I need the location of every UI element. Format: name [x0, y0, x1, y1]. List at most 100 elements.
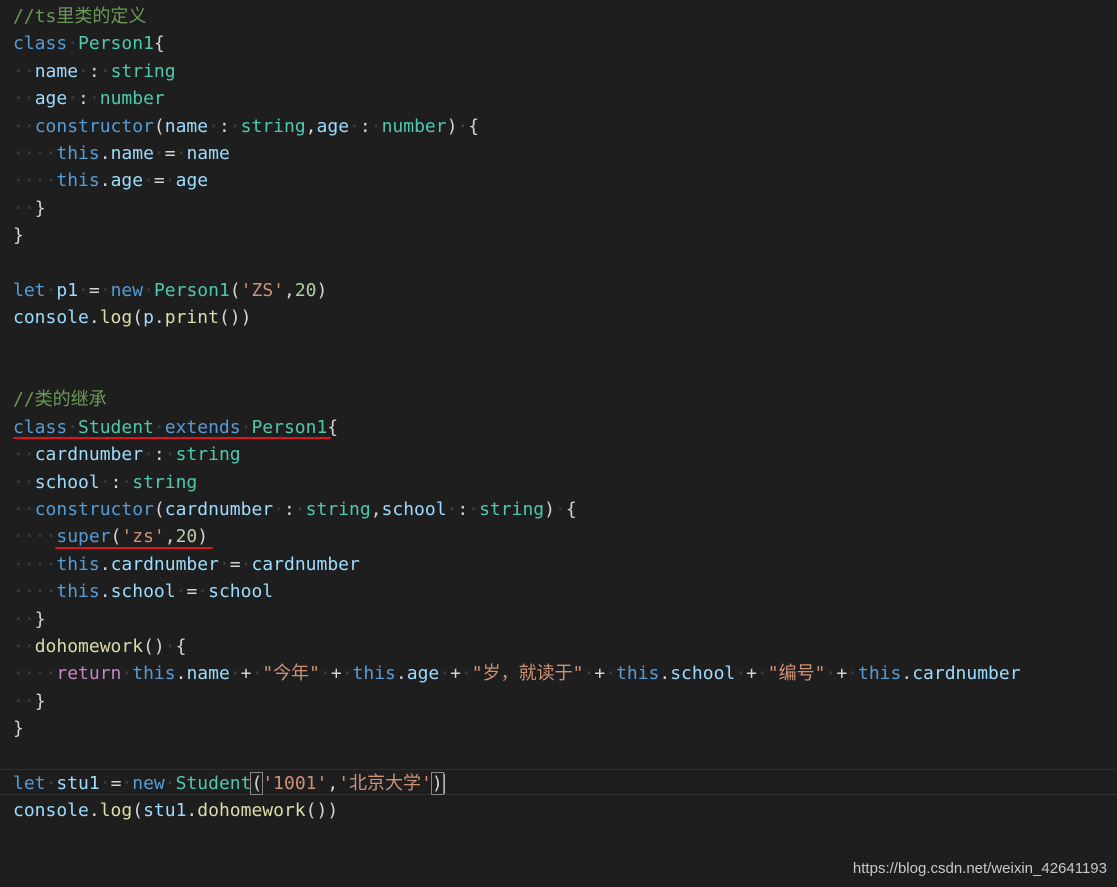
code-token: : [359, 115, 371, 137]
whitespace-marker: ·· [13, 608, 35, 630]
code-token: '1001' [262, 772, 328, 794]
code-token: Student [175, 772, 252, 794]
whitespace-marker: · [605, 663, 617, 685]
whitespace-marker: · [251, 663, 263, 685]
whitespace-marker: · [143, 170, 154, 192]
whitespace-marker: · [218, 553, 230, 575]
code-line[interactable]: ​ [13, 743, 1021, 770]
code-token: this [616, 663, 660, 685]
code-token: string [305, 499, 371, 521]
code-token: super [56, 526, 111, 548]
code-token: ) [544, 499, 555, 521]
whitespace-marker: · [439, 663, 451, 685]
code-token: cardnumber [34, 444, 144, 466]
code-line[interactable]: console.log(stu1.dohomework()) [13, 797, 1021, 824]
code-token: = [229, 553, 241, 575]
code-editor[interactable]: //ts里类的定义 class·Person1{··name·:·string ··… [0, 0, 1117, 887]
code-token: new [132, 772, 165, 794]
code-token: } [13, 718, 24, 740]
whitespace-marker: · [240, 416, 252, 438]
code-line[interactable]: ​ [13, 332, 1021, 359]
whitespace-marker: ·· [13, 635, 35, 657]
code-token: p1 [56, 279, 79, 301]
code-token: = [88, 279, 100, 301]
code-line[interactable]: ··constructor(cardnumber·:·string,school… [13, 496, 1021, 523]
code-token: //类的继承 [13, 389, 107, 411]
code-token: . [99, 170, 111, 192]
code-line[interactable]: class·Person1{ [13, 30, 1021, 57]
code-token: ( [132, 307, 144, 329]
code-token: stu1 [143, 800, 187, 822]
code-token: . [88, 307, 100, 329]
code-line[interactable]: ··cardnumber·:·string [13, 441, 1021, 468]
code-line[interactable]: ····this.school·=·school [13, 578, 1021, 605]
code-content[interactable]: //ts里类的定义 class·Person1{··name·:·string ··… [13, 3, 1021, 825]
code-line[interactable]: //ts里类的定义 [13, 3, 1021, 30]
code-token: log [99, 307, 133, 329]
code-line[interactable]: ····return·this.name·+·"今年"·+·this.age·+… [13, 660, 1021, 687]
code-token: age [34, 88, 68, 110]
code-token: : [218, 115, 230, 137]
code-line[interactable]: } [13, 222, 1021, 249]
code-line[interactable]: ··} [13, 195, 1021, 222]
code-token: Person1 [153, 279, 230, 301]
code-token: string [240, 115, 306, 137]
whitespace-marker: · [99, 772, 111, 794]
code-line[interactable]: console.log(p.print()) [13, 304, 1021, 331]
code-token: . [395, 663, 407, 685]
whitespace-marker: · [143, 444, 154, 466]
code-token: school [381, 499, 447, 521]
code-token: + [836, 663, 848, 685]
code-line[interactable]: ​ [13, 359, 1021, 386]
whitespace-marker: · [349, 115, 360, 137]
code-line[interactable]: ··age·:·number [13, 85, 1021, 112]
whitespace-marker: ·· [13, 499, 35, 521]
code-line[interactable]: ··constructor(name·:·string,age·:·number… [13, 113, 1021, 140]
code-line[interactable]: let·p1·=·new·Person1('ZS',20) [13, 277, 1021, 304]
code-token: . [99, 142, 111, 164]
whitespace-marker: · [554, 499, 566, 521]
code-line[interactable]: ··dohomework()·{ [13, 633, 1021, 660]
whitespace-marker: · [78, 279, 89, 301]
whitespace-marker: · [121, 663, 133, 685]
code-token: 20 [175, 526, 198, 548]
code-line[interactable]: let·stu1·=·new·Student('1001','北京大学') [13, 770, 1021, 797]
whitespace-marker: ·· [13, 88, 35, 110]
whitespace-marker: · [175, 142, 187, 164]
whitespace-marker: ···· [13, 581, 57, 603]
code-token: school [110, 581, 176, 603]
code-line[interactable]: ··} [13, 688, 1021, 715]
code-line[interactable]: //类的继承 [13, 386, 1021, 413]
code-token: number [381, 115, 447, 137]
code-token: name [34, 60, 79, 82]
code-token: log [99, 800, 133, 822]
code-token: cardnumber [110, 553, 219, 575]
code-token: ) [197, 526, 209, 548]
code-token: dohomework [197, 800, 306, 822]
whitespace-marker: · [143, 279, 154, 301]
code-token: Student [78, 416, 154, 438]
code-token: ()) [218, 307, 252, 329]
code-token: . [175, 663, 187, 685]
code-line[interactable]: ··name·:·string [13, 58, 1021, 85]
code-token: cardnumber [912, 663, 1021, 685]
code-token: . [901, 663, 913, 685]
code-token: { [327, 416, 339, 438]
code-line[interactable]: } [13, 715, 1021, 742]
code-token: name [164, 115, 209, 137]
code-line[interactable]: ​ [13, 250, 1021, 277]
code-token: = [110, 772, 122, 794]
code-token: this [132, 663, 176, 685]
code-line[interactable]: ····this.age·=·age [13, 167, 1021, 194]
whitespace-marker: ···· [13, 526, 57, 548]
whitespace-marker: ·· [13, 60, 35, 82]
code-line[interactable]: ····this.name·=·name [13, 140, 1021, 167]
whitespace-marker: ···· [13, 142, 57, 164]
code-token: age [406, 663, 440, 685]
code-line[interactable]: ··} [13, 606, 1021, 633]
code-line[interactable]: ····this.cardnumber·=·cardnumber [13, 551, 1021, 578]
whitespace-marker: · [847, 663, 858, 685]
code-line[interactable]: ··school·:·string [13, 469, 1021, 496]
whitespace-marker: · [735, 663, 747, 685]
whitespace-marker: · [583, 663, 595, 685]
